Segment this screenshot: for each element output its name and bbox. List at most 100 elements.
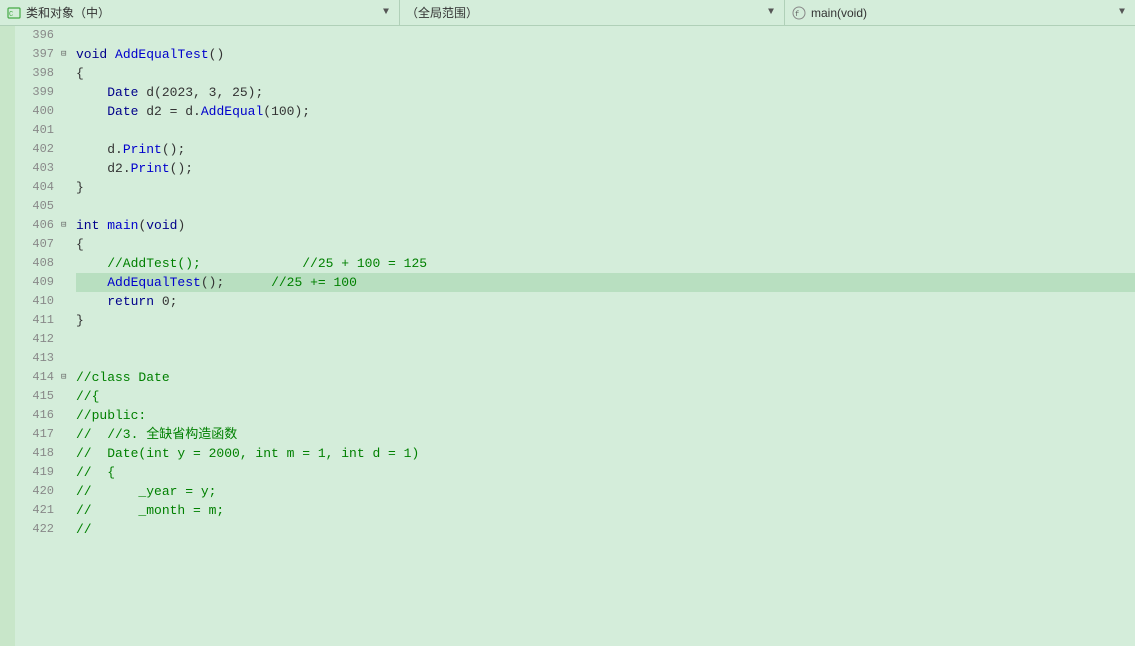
- code-line: //public:: [76, 406, 1135, 425]
- code-line: }: [76, 311, 1135, 330]
- code-line: return 0;: [76, 292, 1135, 311]
- gutter-cell: [60, 64, 72, 83]
- code-line: [76, 197, 1135, 216]
- line-number: 419: [15, 463, 54, 482]
- gutter-cell: [60, 159, 72, 178]
- code-line: }: [76, 178, 1135, 197]
- gutter-cell: [60, 406, 72, 425]
- line-number: 412: [15, 330, 54, 349]
- code-line: [76, 26, 1135, 45]
- code-line: Date d2 = d.AddEqual(100);: [76, 102, 1135, 121]
- function-icon: f: [791, 5, 807, 21]
- gutter-cell: [60, 425, 72, 444]
- line-number: 397: [15, 45, 54, 64]
- code-line: {: [76, 235, 1135, 254]
- dropdown-right-icon[interactable]: ▼: [1115, 7, 1129, 18]
- gutter-cell: [60, 197, 72, 216]
- editor-container: C 类和对象（中） ▼ （全局范围） ▼ f main(void) ▼: [0, 0, 1135, 646]
- code-line: d2.Print();: [76, 159, 1135, 178]
- line-number: 410: [15, 292, 54, 311]
- code-line: Date d(2023, 3, 25);: [76, 83, 1135, 102]
- top-bar-left[interactable]: C 类和对象（中） ▼: [0, 0, 400, 25]
- code-line: // //3. 全缺省构造函数: [76, 425, 1135, 444]
- code-line: //{: [76, 387, 1135, 406]
- code-line: [76, 330, 1135, 349]
- code-line: //AddTest(); //25 + 100 = 125: [76, 254, 1135, 273]
- code-line: int main(void): [76, 216, 1135, 235]
- gutter-cell[interactable]: ⊟: [60, 368, 72, 387]
- code-line: // Date(int y = 2000, int m = 1, int d =…: [76, 444, 1135, 463]
- line-number: 418: [15, 444, 54, 463]
- gutter-cell: [60, 520, 72, 539]
- gutter-cell: [60, 83, 72, 102]
- dropdown-middle-icon[interactable]: ▼: [764, 7, 778, 18]
- gutter-cell: [60, 387, 72, 406]
- line-number: 405: [15, 197, 54, 216]
- gutter-cell: [60, 330, 72, 349]
- code-line: //class Date: [76, 368, 1135, 387]
- code-line: [76, 349, 1135, 368]
- line-number: 409: [15, 273, 54, 292]
- gutter-cell: [60, 463, 72, 482]
- line-numbers: 3963973983994004014024034044054064074084…: [15, 26, 60, 646]
- top-bar-right[interactable]: f main(void) ▼: [785, 0, 1135, 25]
- line-number: 396: [15, 26, 54, 45]
- gutter-cell: [60, 26, 72, 45]
- gutter-cell: [60, 444, 72, 463]
- line-number: 417: [15, 425, 54, 444]
- code-editor[interactable]: void AddEqualTest(){ Date d(2023, 3, 25)…: [72, 26, 1135, 646]
- line-number: 403: [15, 159, 54, 178]
- left-margin: [0, 26, 15, 646]
- gutter: ⊟ ⊟ ⊟: [60, 26, 72, 646]
- gutter-cell: [60, 254, 72, 273]
- code-line: // _year = y;: [76, 482, 1135, 501]
- gutter-cell[interactable]: ⊟: [60, 216, 72, 235]
- top-bar-left-label: 类和对象（中）: [26, 4, 379, 21]
- gutter-cell: [60, 140, 72, 159]
- line-number: 400: [15, 102, 54, 121]
- gutter-cell: [60, 292, 72, 311]
- gutter-cell: [60, 235, 72, 254]
- code-line: AddEqualTest(); //25 += 100: [76, 273, 1135, 292]
- code-line: // _month = m;: [76, 501, 1135, 520]
- gutter-cell: [60, 178, 72, 197]
- code-line: d.Print();: [76, 140, 1135, 159]
- line-number: 411: [15, 311, 54, 330]
- svg-text:C: C: [9, 11, 13, 19]
- dropdown-left-icon[interactable]: ▼: [379, 7, 393, 18]
- gutter-cell: [60, 311, 72, 330]
- code-panel: 3963973983994004014024034044054064074084…: [15, 26, 1135, 646]
- line-number: 420: [15, 482, 54, 501]
- top-bar-middle-label: （全局范围）: [406, 4, 764, 21]
- line-number: 415: [15, 387, 54, 406]
- line-number: 408: [15, 254, 54, 273]
- line-number: 398: [15, 64, 54, 83]
- gutter-cell: [60, 273, 72, 292]
- line-number: 404: [15, 178, 54, 197]
- editor-area: 3963973983994004014024034044054064074084…: [0, 26, 1135, 646]
- top-bar: C 类和对象（中） ▼ （全局范围） ▼ f main(void) ▼: [0, 0, 1135, 26]
- line-number: 416: [15, 406, 54, 425]
- gutter-cell: [60, 482, 72, 501]
- line-number: 413: [15, 349, 54, 368]
- line-number: 406: [15, 216, 54, 235]
- gutter-cell[interactable]: ⊟: [60, 45, 72, 64]
- class-icon: C: [6, 5, 22, 21]
- top-bar-middle[interactable]: （全局范围） ▼: [400, 0, 785, 25]
- code-line: [76, 121, 1135, 140]
- line-number: 422: [15, 520, 54, 539]
- line-number: 407: [15, 235, 54, 254]
- code-line: // {: [76, 463, 1135, 482]
- line-number: 401: [15, 121, 54, 140]
- line-number: 402: [15, 140, 54, 159]
- svg-text:f: f: [795, 11, 799, 19]
- gutter-cell: [60, 349, 72, 368]
- code-line: //: [76, 520, 1135, 539]
- gutter-cell: [60, 501, 72, 520]
- line-number: 414: [15, 368, 54, 387]
- code-line: {: [76, 64, 1135, 83]
- top-bar-right-label: main(void): [811, 6, 1115, 20]
- code-line: void AddEqualTest(): [76, 45, 1135, 64]
- line-number: 421: [15, 501, 54, 520]
- gutter-cell: [60, 102, 72, 121]
